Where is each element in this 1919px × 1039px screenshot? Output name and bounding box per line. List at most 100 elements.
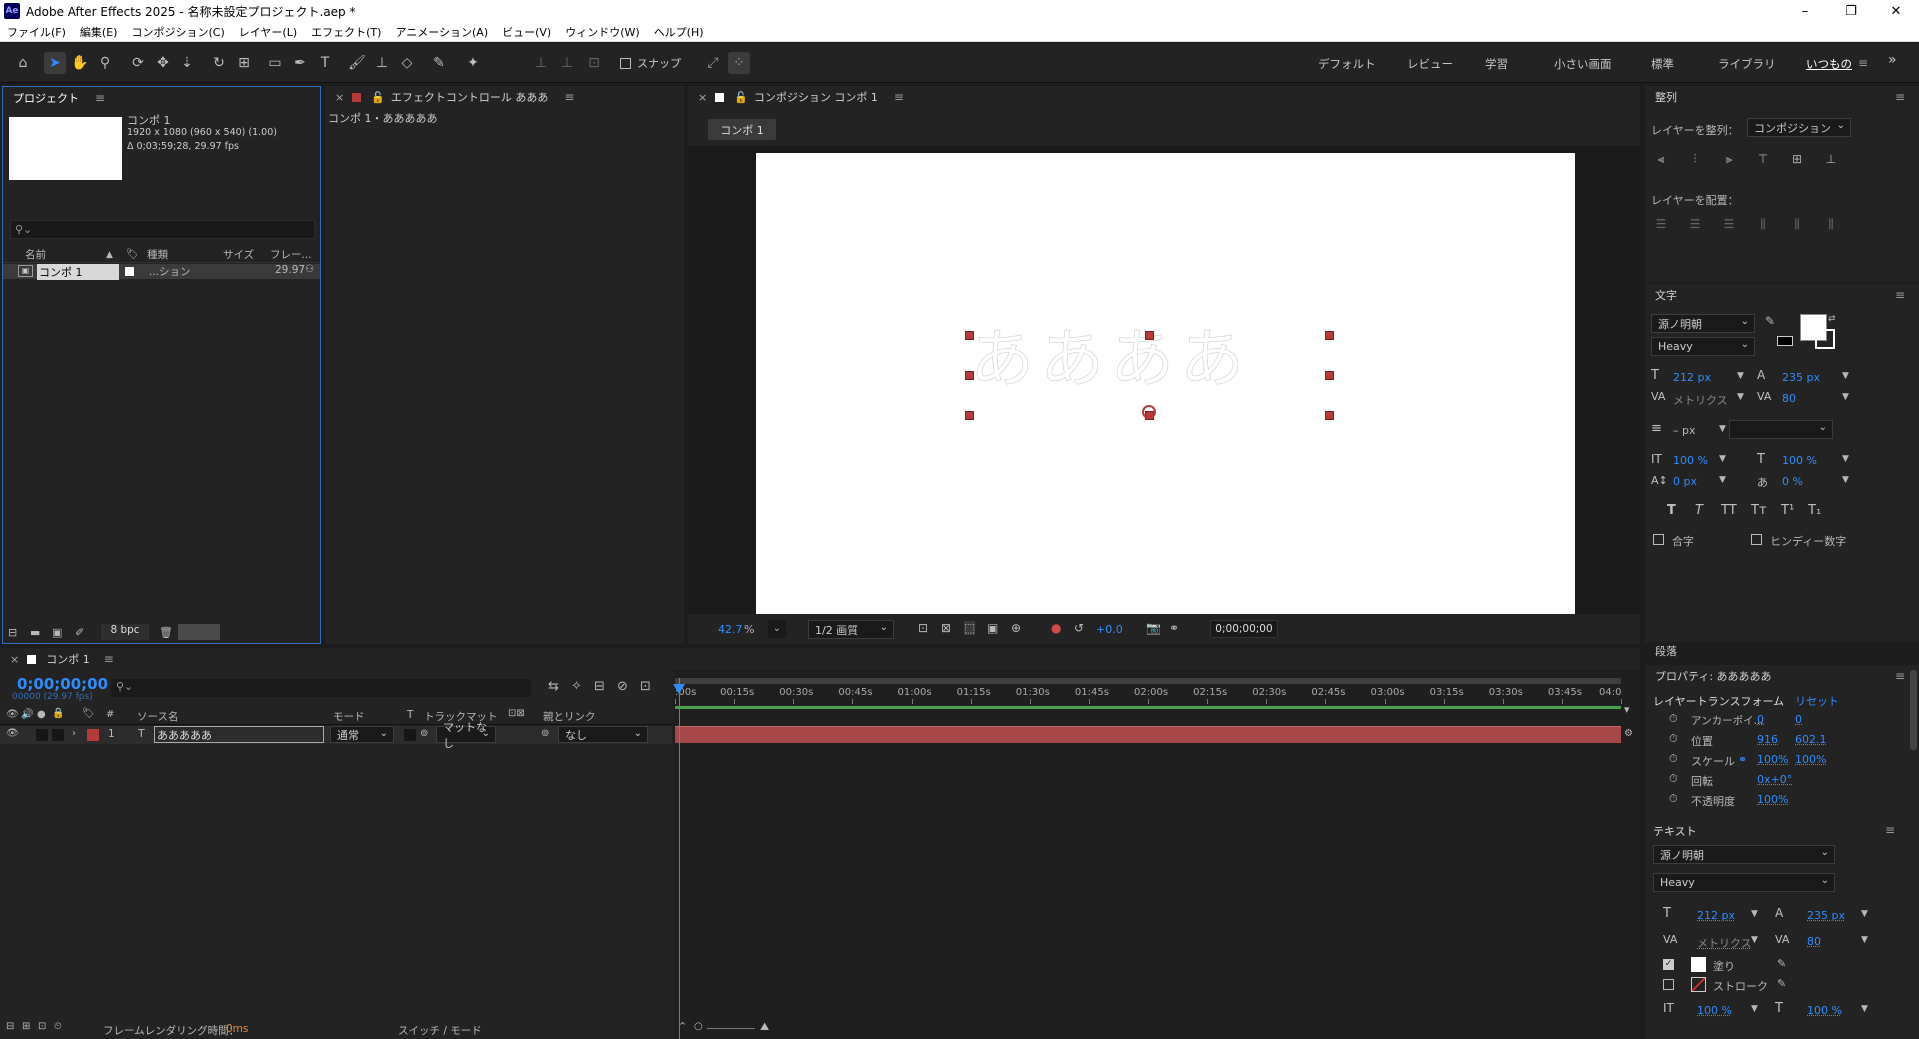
panel-menu-icon[interactable]: ≡ bbox=[104, 652, 114, 666]
vertical-scale-value[interactable]: 100 % bbox=[1673, 454, 1708, 467]
timeline-search-input[interactable]: ⚲⌄ bbox=[111, 679, 531, 697]
transform-handle[interactable] bbox=[965, 331, 974, 340]
reset-exposure-icon[interactable]: ↺ bbox=[1074, 621, 1084, 635]
zoom-value[interactable]: 42.7 bbox=[718, 623, 743, 636]
prop-font-dropdown[interactable]: 源ノ明朝 ⌄ bbox=[1653, 845, 1835, 864]
reset-link[interactable]: リセット bbox=[1795, 693, 1839, 709]
comp-breadcrumb-tab[interactable]: コンポ 1 bbox=[708, 119, 776, 140]
video-eye-icon[interactable]: 👁 bbox=[6, 709, 19, 720]
layer-row[interactable]: 👁 › 1 T あああああ 通常 ⌄ ⊚ マットなし ⌄ ⊚ なし ⌄ bbox=[0, 721, 672, 750]
align-hcenter-icon[interactable]: ⫶ bbox=[1687, 152, 1703, 166]
lock-icon[interactable]: 🔓 bbox=[371, 91, 385, 104]
menu-composition[interactable]: コンポジション(C) bbox=[124, 24, 231, 40]
label-color-swatch[interactable] bbox=[125, 267, 134, 276]
menu-file[interactable]: ファイル(F) bbox=[0, 24, 73, 40]
graph-editor-icon[interactable]: ⊡ bbox=[640, 679, 651, 694]
panel-menu-icon[interactable]: ≡ bbox=[1895, 288, 1905, 302]
prop-style-dropdown[interactable]: Heavy ⌄ bbox=[1653, 873, 1835, 892]
prop-vscale-value[interactable]: 100 % bbox=[1697, 1004, 1732, 1017]
anchor-point-icon[interactable] bbox=[1142, 405, 1156, 419]
chevron-down-icon[interactable]: ▼ bbox=[1842, 475, 1849, 485]
workspace-review[interactable]: レビュー bbox=[1407, 56, 1453, 72]
zoom-slider-knob[interactable]: ○ bbox=[694, 1021, 703, 1032]
chevron-down-icon[interactable]: ▼ bbox=[1861, 1004, 1868, 1014]
rectangle-tool-icon[interactable]: ▭ bbox=[264, 52, 286, 74]
transform-handle[interactable] bbox=[1325, 411, 1334, 420]
prop-size-value[interactable]: 212 px bbox=[1697, 909, 1735, 922]
chevron-down-icon[interactable]: ▼ bbox=[1842, 454, 1849, 464]
render-time-icon[interactable]: ⏲ bbox=[54, 1021, 62, 1032]
snap-checkbox[interactable] bbox=[620, 57, 631, 69]
ligatures-checkbox[interactable] bbox=[1653, 534, 1664, 545]
hand-tool-icon[interactable]: ✋ bbox=[69, 52, 91, 74]
position-x-value[interactable]: 916 bbox=[1757, 733, 1778, 746]
font-style-dropdown[interactable]: Heavy ⌄ bbox=[1651, 337, 1755, 356]
opacity-value[interactable]: 100% bbox=[1757, 793, 1788, 806]
transform-handle[interactable] bbox=[1145, 331, 1154, 340]
rotation-value[interactable]: 0x+0° bbox=[1757, 773, 1792, 786]
thumbnail-slider[interactable] bbox=[178, 624, 220, 640]
new-folder-icon[interactable]: ▬ bbox=[30, 626, 40, 639]
expand-chevron-icon[interactable]: › bbox=[72, 728, 76, 739]
playhead-line[interactable] bbox=[679, 678, 680, 1039]
bpc-button[interactable]: 8 bpc bbox=[101, 624, 149, 640]
workspace-standard[interactable]: 標準 bbox=[1651, 56, 1674, 72]
zoom-out-icon[interactable]: ⌃ bbox=[678, 1020, 687, 1033]
composition-tab[interactable]: × 🔓 コンポジション コンポ 1 ≡ bbox=[698, 86, 904, 108]
menu-layer[interactable]: レイヤー(L) bbox=[232, 24, 304, 40]
align-tab[interactable]: 整列 bbox=[1655, 86, 1677, 108]
link-scale-icon[interactable]: ⚭ bbox=[1738, 753, 1747, 766]
character-tab[interactable]: 文字 bbox=[1655, 284, 1677, 306]
matte-link-icon[interactable]: ⊚ bbox=[420, 728, 428, 739]
distribute-hcenter-icon[interactable]: ⫼ bbox=[1789, 217, 1805, 231]
faux-bold-button[interactable]: T bbox=[1667, 503, 1676, 518]
dolly-tool-icon[interactable]: ⇣ bbox=[176, 52, 198, 74]
parent-dropdown[interactable]: なし ⌄ bbox=[558, 726, 648, 743]
trash-icon[interactable]: 🗑 bbox=[159, 626, 173, 639]
chevron-down-icon[interactable]: ▼ bbox=[1842, 392, 1849, 402]
matte-switch-icon[interactable]: ⊡⊠ bbox=[508, 708, 525, 719]
preserve-transparency-toggle[interactable] bbox=[404, 729, 416, 741]
in-out-icon[interactable]: ⊡ bbox=[38, 1021, 46, 1032]
flowchart-icon[interactable]: ⚇ bbox=[305, 264, 314, 275]
transparency-grid-icon[interactable]: ⊠ bbox=[941, 621, 951, 635]
position-y-value[interactable]: 602.1 bbox=[1795, 733, 1827, 746]
snapshot-camera-icon[interactable]: 📷 bbox=[1146, 621, 1161, 635]
orbit-tool-icon[interactable]: ⟳ bbox=[127, 52, 149, 74]
anchor-y-value[interactable]: 0 bbox=[1795, 713, 1802, 726]
lock-icon[interactable]: 🔓 bbox=[734, 91, 748, 104]
column-mode[interactable]: モード bbox=[333, 709, 365, 724]
pickwhip-icon[interactable]: ⊚ bbox=[541, 728, 549, 739]
align-top-icon[interactable]: ⊤ bbox=[1755, 152, 1771, 166]
align-to-dropdown[interactable]: コンポジション ⌄ bbox=[1747, 118, 1851, 137]
chevron-down-icon[interactable]: ▼ bbox=[1719, 424, 1726, 434]
chevron-down-icon[interactable]: ▼ bbox=[1751, 1004, 1758, 1014]
adjust-settings-icon[interactable]: ✐ bbox=[75, 626, 84, 639]
column-parent-link[interactable]: 親とリンク bbox=[543, 709, 596, 724]
layer-switches-icon[interactable]: ⊟ bbox=[6, 1021, 14, 1032]
viewer-timecode[interactable]: 0;00;00;00 bbox=[1210, 620, 1278, 638]
exposure-value[interactable]: +0.0 bbox=[1096, 623, 1123, 636]
distribute-vcenter-icon[interactable]: ☰ bbox=[1687, 217, 1703, 231]
chevron-down-icon[interactable]: ▼ bbox=[1737, 392, 1744, 402]
column-fps[interactable]: フレー... bbox=[270, 247, 312, 262]
label-tag-icon[interactable]: 🏷 bbox=[126, 249, 139, 260]
stopwatch-icon[interactable]: ⏱ bbox=[1669, 772, 1678, 786]
axis-view-icon[interactable]: ⊡ bbox=[583, 52, 605, 74]
workspace-more-button[interactable]: » bbox=[1888, 52, 1897, 68]
snap-toggle[interactable]: スナップ bbox=[620, 55, 681, 71]
distribute-bottom-icon[interactable]: ☰ bbox=[1721, 217, 1737, 231]
lock-icon[interactable]: 🔒 bbox=[52, 708, 64, 719]
distribute-right-icon[interactable]: ⫼ bbox=[1823, 217, 1839, 231]
hindi-digits-checkbox[interactable] bbox=[1751, 534, 1762, 545]
black-white-swatch[interactable] bbox=[1777, 336, 1793, 346]
properties-scrollbar[interactable] bbox=[1910, 670, 1917, 750]
close-tab-icon[interactable]: × bbox=[335, 91, 344, 104]
faux-italic-button[interactable]: T bbox=[1695, 503, 1703, 518]
axis-world-icon[interactable]: ⊥ bbox=[556, 52, 578, 74]
zoom-dropdown-chevron-icon[interactable]: ⌄ bbox=[768, 620, 786, 638]
panel-menu-icon[interactable]: ≡ bbox=[564, 90, 574, 104]
menu-edit[interactable]: 編集(E) bbox=[73, 24, 125, 40]
prop-hscale-value[interactable]: 100 % bbox=[1807, 1004, 1842, 1017]
tracking-value[interactable]: 80 bbox=[1782, 392, 1796, 405]
